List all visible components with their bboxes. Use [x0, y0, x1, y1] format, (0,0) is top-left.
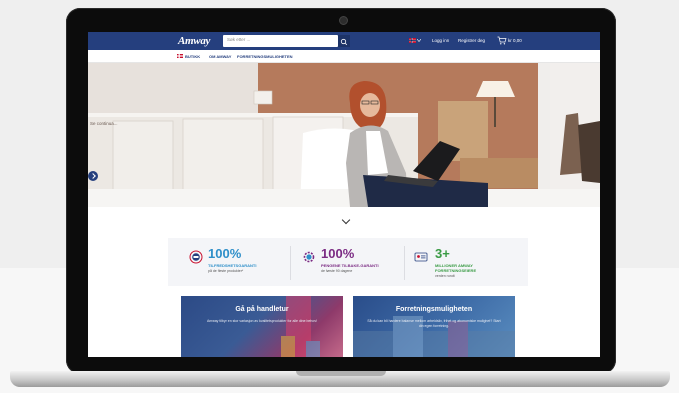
flag-icon[interactable] [409, 38, 416, 43]
search-input[interactable]: Søk etter ... [223, 35, 338, 47]
badge-icon [189, 250, 203, 264]
hero-banner[interactable]: Se continua... [88, 63, 600, 207]
webcam-icon [339, 16, 348, 25]
feature-title: TILFREDSHETSGARANTI [208, 263, 257, 268]
shop-card[interactable]: Gå på handletur Amway tilbyr en stor var… [181, 296, 343, 357]
laptop-screen: Amway Søk etter ... Logg inn Registrer d… [88, 32, 600, 357]
feature-title-line2: FORRETNINGSEIERE [435, 268, 477, 273]
hero-photo [88, 63, 600, 207]
feature-subtitle: verden rundt [435, 274, 455, 278]
card-title: Gå på handletur [235, 306, 289, 313]
card-text: Så du kan bli hardere balanse mellom arb… [367, 319, 501, 328]
search-button[interactable] [338, 35, 350, 47]
hero-caption: Se continua... [90, 121, 118, 126]
site-header: Amway Søk etter ... Logg inn Registrer d… [88, 32, 600, 50]
business-card[interactable]: Forretningsmuligheten Så du kan bli hard… [353, 296, 515, 357]
amway-logo[interactable]: Amway [178, 35, 210, 47]
feature-value: 100% [208, 246, 242, 261]
scroll-down-chevron-icon[interactable] [341, 215, 351, 225]
id-card-icon [414, 252, 428, 262]
nav-item-shop[interactable]: BUTIKK [185, 54, 200, 59]
gear-icon [303, 251, 315, 263]
feature-subtitle: de første 90 dagene [321, 269, 353, 273]
guarantee-strip: 100% TILFREDSHETSGARANTI på de fleste pr… [168, 238, 528, 286]
laptop-notch [296, 371, 386, 376]
cart-total[interactable]: kr 0,00 [508, 38, 522, 43]
nav-item-about[interactable]: OM AMWAY [209, 54, 231, 59]
main-nav: BUTIKK OM AMWAY FORRETNINGSMULIGHETEN [88, 50, 600, 63]
carousel-next-button[interactable] [88, 171, 98, 181]
card-text: Amway tilbyr en stor variasjon av kvalit… [206, 319, 318, 323]
feature-value: 100% [321, 246, 355, 261]
feature-subtitle: på de fleste produkter* [208, 269, 244, 273]
divider [290, 246, 291, 280]
search-icon [340, 38, 348, 46]
search-placeholder: Søk etter ... [227, 37, 251, 42]
register-link[interactable]: Registrer deg [458, 38, 485, 43]
feature-title: PENGENE TILBAKE-GARANTI [321, 263, 379, 268]
cart-icon[interactable] [497, 36, 507, 45]
card-title: Forretningsmuligheten [395, 306, 473, 313]
chevron-down-icon[interactable] [417, 39, 421, 42]
login-link[interactable]: Logg inn [432, 38, 449, 43]
flag-icon [177, 54, 183, 58]
feature-value: 3+ [435, 246, 450, 261]
nav-item-business[interactable]: FORRETNINGSMULIGHETEN [237, 54, 293, 59]
divider [404, 246, 405, 280]
